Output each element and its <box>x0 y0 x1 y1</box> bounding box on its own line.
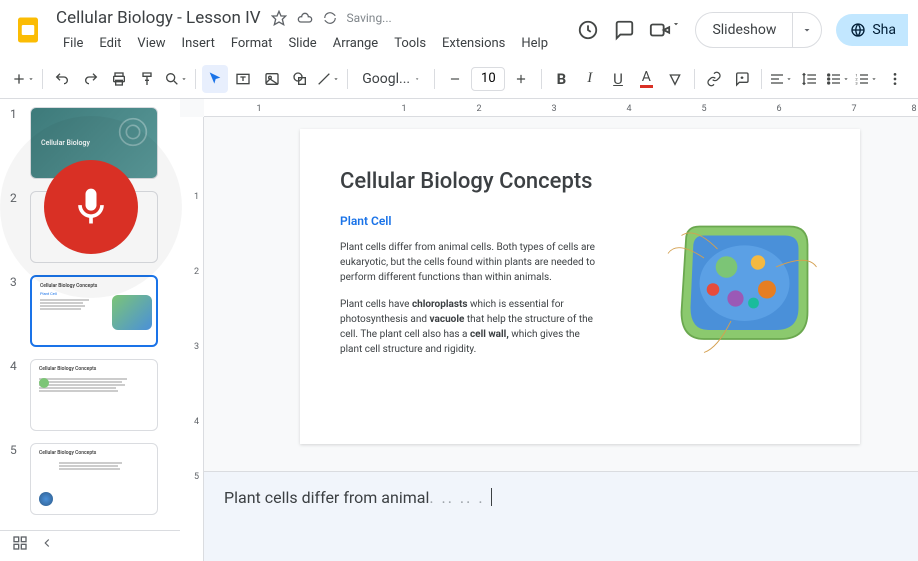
numbered-list-button[interactable]: 123 <box>853 65 879 93</box>
redo-button[interactable] <box>78 65 104 93</box>
title-area: Cellular Biology - Lesson IV Saving... F… <box>56 6 567 55</box>
notes-text[interactable]: Plant cells differ from animal. .. .. . <box>224 488 485 507</box>
italic-button[interactable]: I <box>577 65 603 93</box>
undo-button[interactable] <box>49 65 75 93</box>
canvas-area[interactable]: 1 1 2 3 4 5 6 7 8 1 2 3 4 5 Cellular Bio… <box>180 99 918 561</box>
main: 1 Cellular Biology 2 3 Cellular Biology … <box>0 99 918 561</box>
share-button[interactable]: Sha <box>836 14 908 46</box>
bottom-bar <box>0 530 180 558</box>
saving-status: Saving... <box>347 11 392 25</box>
line-button[interactable] <box>315 65 341 93</box>
speaker-notes[interactable]: Plant cells differ from animal. .. .. . <box>204 471 918 561</box>
add-comment-button[interactable] <box>729 65 755 93</box>
thumb-row-5[interactable]: 5 Cellular Biology Concepts <box>10 443 170 515</box>
slide-canvas[interactable]: Cellular Biology Concepts Plant Cell Pla… <box>300 129 860 444</box>
line-spacing-button[interactable] <box>797 65 823 93</box>
more-button[interactable] <box>882 65 908 93</box>
document-title[interactable]: Cellular Biology - Lesson IV <box>56 8 261 28</box>
share-label: Sha <box>872 22 896 38</box>
decrease-font-button[interactable] <box>441 65 469 93</box>
align-button[interactable] <box>768 65 794 93</box>
slideshow-main[interactable]: Slideshow <box>696 13 793 47</box>
link-button[interactable] <box>701 65 727 93</box>
text-cursor <box>491 488 492 506</box>
slide-thumb-4[interactable]: Cellular Biology Concepts <box>30 359 158 431</box>
highlight-button[interactable] <box>662 65 688 93</box>
underline-button[interactable]: U <box>605 65 631 93</box>
shape-button[interactable] <box>287 65 313 93</box>
print-button[interactable] <box>106 65 132 93</box>
collapse-icon[interactable] <box>40 535 54 554</box>
star-icon[interactable] <box>271 10 287 26</box>
menu-slide[interactable]: Slide <box>281 32 323 55</box>
menu-bar: File Edit View Insert Format Slide Arran… <box>56 32 567 55</box>
paint-format-button[interactable] <box>134 65 160 93</box>
menu-extensions[interactable]: Extensions <box>435 32 512 55</box>
image-button[interactable] <box>258 65 284 93</box>
header: Cellular Biology - Lesson IV Saving... F… <box>0 0 918 55</box>
slide-paragraph-1[interactable]: Plant cells differ from animal cells. Bo… <box>340 240 600 285</box>
header-actions: Slideshow Sha <box>577 12 908 48</box>
increase-font-button[interactable] <box>507 65 535 93</box>
slide-thumb-3[interactable]: Cellular Biology Concepts Plant Cell <box>30 275 158 347</box>
toolbar: Googl... 10 B I U A 123 <box>0 59 918 99</box>
menu-insert[interactable]: Insert <box>175 32 222 55</box>
menu-arrange[interactable]: Arrange <box>326 32 385 55</box>
history-icon[interactable] <box>577 19 599 41</box>
menu-tools[interactable]: Tools <box>387 32 433 55</box>
textbox-button[interactable] <box>230 65 256 93</box>
font-size-input[interactable]: 10 <box>471 67 505 91</box>
new-slide-button[interactable] <box>10 65 36 93</box>
svg-text:3: 3 <box>856 80 858 85</box>
font-selector[interactable]: Googl... <box>354 71 428 87</box>
bullet-list-button[interactable] <box>825 65 851 93</box>
zoom-button[interactable] <box>163 65 189 93</box>
video-icon[interactable] <box>649 19 681 41</box>
menu-file[interactable]: File <box>56 32 90 55</box>
move-icon[interactable] <box>297 10 313 26</box>
slideshow-dropdown[interactable] <box>793 24 821 36</box>
slides-logo[interactable] <box>10 12 46 48</box>
menu-view[interactable]: View <box>130 32 172 55</box>
menu-format[interactable]: Format <box>224 32 280 55</box>
font-size-control: 10 <box>441 65 535 93</box>
ruler-horizontal: 1 1 2 3 4 5 6 7 8 <box>204 99 918 117</box>
menu-edit[interactable]: Edit <box>92 32 128 55</box>
sync-icon[interactable] <box>323 11 337 25</box>
slide-title[interactable]: Cellular Biology Concepts <box>340 169 820 194</box>
ruler-vertical: 1 2 3 4 5 <box>180 117 204 561</box>
bold-button[interactable]: B <box>548 65 574 93</box>
menu-help[interactable]: Help <box>514 32 555 55</box>
plant-cell-image[interactable] <box>650 204 830 364</box>
select-tool[interactable] <box>202 65 228 93</box>
comment-icon[interactable] <box>613 19 635 41</box>
thumb-row-4[interactable]: 4 Cellular Biology Concepts <box>10 359 170 431</box>
slide-thumb-5[interactable]: Cellular Biology Concepts <box>30 443 158 515</box>
slide-paragraph-2[interactable]: Plant cells have chloroplasts which is e… <box>340 297 600 357</box>
voice-typing-button[interactable] <box>44 160 138 254</box>
grid-view-icon[interactable] <box>12 535 28 555</box>
thumb-row-3[interactable]: 3 Cellular Biology Concepts Plant Cell <box>10 275 170 347</box>
text-color-button[interactable]: A <box>633 65 659 93</box>
slideshow-button: Slideshow <box>695 12 822 48</box>
